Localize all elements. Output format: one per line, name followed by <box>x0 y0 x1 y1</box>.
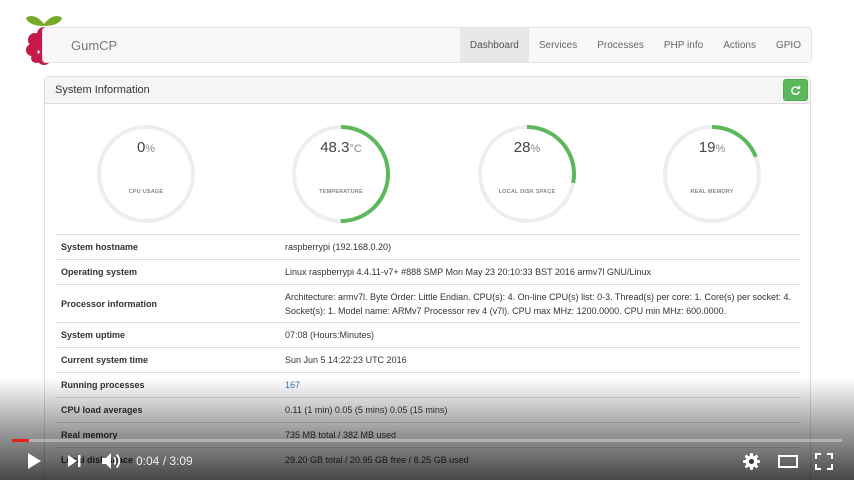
gauge-value: 28 <box>513 139 531 156</box>
theater-icon <box>778 455 798 468</box>
table-row: Running processes 167 <box>55 372 800 398</box>
fullscreen-button[interactable] <box>815 453 833 475</box>
brand-name[interactable]: GumCP <box>71 38 117 53</box>
row-key: Operating system <box>55 259 279 285</box>
progress-bar[interactable] <box>12 439 842 442</box>
row-key: System uptime <box>55 322 279 348</box>
volume-button[interactable] <box>101 452 123 475</box>
table-row: Operating system Linux raspberrypi 4.4.11… <box>55 259 800 285</box>
gauges-row: 0% CPU USAGE 48.3°C TEMPERATURE 28% LOCA… <box>45 105 810 233</box>
system-information-panel: System Information 0% CPU USAGE 48.3°C T… <box>44 76 811 480</box>
row-value: Architecture: armv7l. Byte Order: Little… <box>279 284 800 323</box>
table-row: Processor information Architecture: armv7… <box>55 284 800 323</box>
table-row: CPU load averages 0.11 (1 min) 0.05 (5 mi… <box>55 397 800 423</box>
refresh-button[interactable] <box>783 79 808 101</box>
refresh-icon <box>791 85 801 95</box>
next-icon <box>68 455 81 467</box>
row-key: CPU load averages <box>55 397 279 423</box>
next-button[interactable] <box>67 454 82 473</box>
row-value: raspberrypi (192.168.0.20) <box>279 234 800 260</box>
row-value: Linux raspberrypi 4.4.11-v7+ #888 SMP Mo… <box>279 259 800 285</box>
nav-gpio[interactable]: GPIO <box>766 28 811 62</box>
navbar: GumCP Dashboard Services Processes PHP i… <box>42 27 812 63</box>
row-key: Current system time <box>55 347 279 373</box>
nav-dashboard[interactable]: Dashboard <box>459 28 529 62</box>
gauge-value: 48.3 <box>320 139 350 156</box>
row-key: System hostname <box>55 234 279 260</box>
gauge-value: 19 <box>698 139 716 156</box>
nav-processes[interactable]: Processes <box>587 28 654 62</box>
row-value: 735 MB total / 382 MB used <box>279 422 800 448</box>
gauge-unit: % <box>715 143 726 155</box>
fullscreen-icon <box>815 453 833 470</box>
system-info-table: System hostname raspberrypi (192.168.0.20… <box>55 234 800 473</box>
gauge-real-memory: 19% REAL MEMORY <box>659 121 765 227</box>
row-value: Sun Jun 5 14:22:23 UTC 2016 <box>279 347 800 373</box>
row-key: Real memory <box>55 422 279 448</box>
table-row: Real memory 735 MB total / 382 MB used <box>55 422 800 448</box>
gauge-unit: °C <box>349 143 362 155</box>
progress-played <box>12 439 30 442</box>
gauge-cpu-usage: 0% CPU USAGE <box>93 121 199 227</box>
panel-heading: System Information <box>45 77 810 104</box>
play-button[interactable] <box>26 452 42 475</box>
theater-mode-button[interactable] <box>778 455 798 473</box>
settings-icon <box>743 453 760 470</box>
running-processes-link[interactable]: 167 <box>285 380 300 390</box>
table-row: Current system time Sun Jun 5 14:22:23 UT… <box>55 347 800 373</box>
row-key: Processor information <box>55 284 279 323</box>
nav-services[interactable]: Services <box>529 28 587 62</box>
row-key: Running processes <box>55 372 279 398</box>
gauge-label: CPU USAGE <box>128 189 164 195</box>
panel-title: System Information <box>55 84 150 96</box>
gauge-label: TEMPERATURE <box>319 189 363 195</box>
row-value: 0.11 (1 min) 0.05 (5 mins) 0.05 (15 mins… <box>279 397 800 423</box>
gauge-label: REAL MEMORY <box>690 189 734 195</box>
play-icon <box>28 453 41 469</box>
volume-icon <box>102 453 121 469</box>
gauge-unit: % <box>530 143 541 155</box>
gauge-temperature: 48.3°C TEMPERATURE <box>288 121 394 227</box>
table-row: System uptime 07:08 (Hours:Minutes) <box>55 322 800 348</box>
gauge-label: LOCAL DISK SPACE <box>498 189 556 195</box>
nav-actions[interactable]: Actions <box>713 28 766 62</box>
gauge-unit: % <box>145 143 156 155</box>
nav-php-info[interactable]: PHP info <box>654 28 713 62</box>
row-value: 07:08 (Hours:Minutes) <box>279 322 800 348</box>
time-display: 0:04 / 3:09 <box>136 454 193 468</box>
gauge-local-disk-space: 28% LOCAL DISK SPACE <box>474 121 580 227</box>
settings-button[interactable] <box>743 453 760 475</box>
nav-menu: Dashboard Services Processes PHP info Ac… <box>459 28 811 62</box>
row-value: 29.20 GB total / 20.95 GB free / 8.25 GB… <box>279 447 800 473</box>
table-row: System hostname raspberrypi (192.168.0.20… <box>55 234 800 260</box>
